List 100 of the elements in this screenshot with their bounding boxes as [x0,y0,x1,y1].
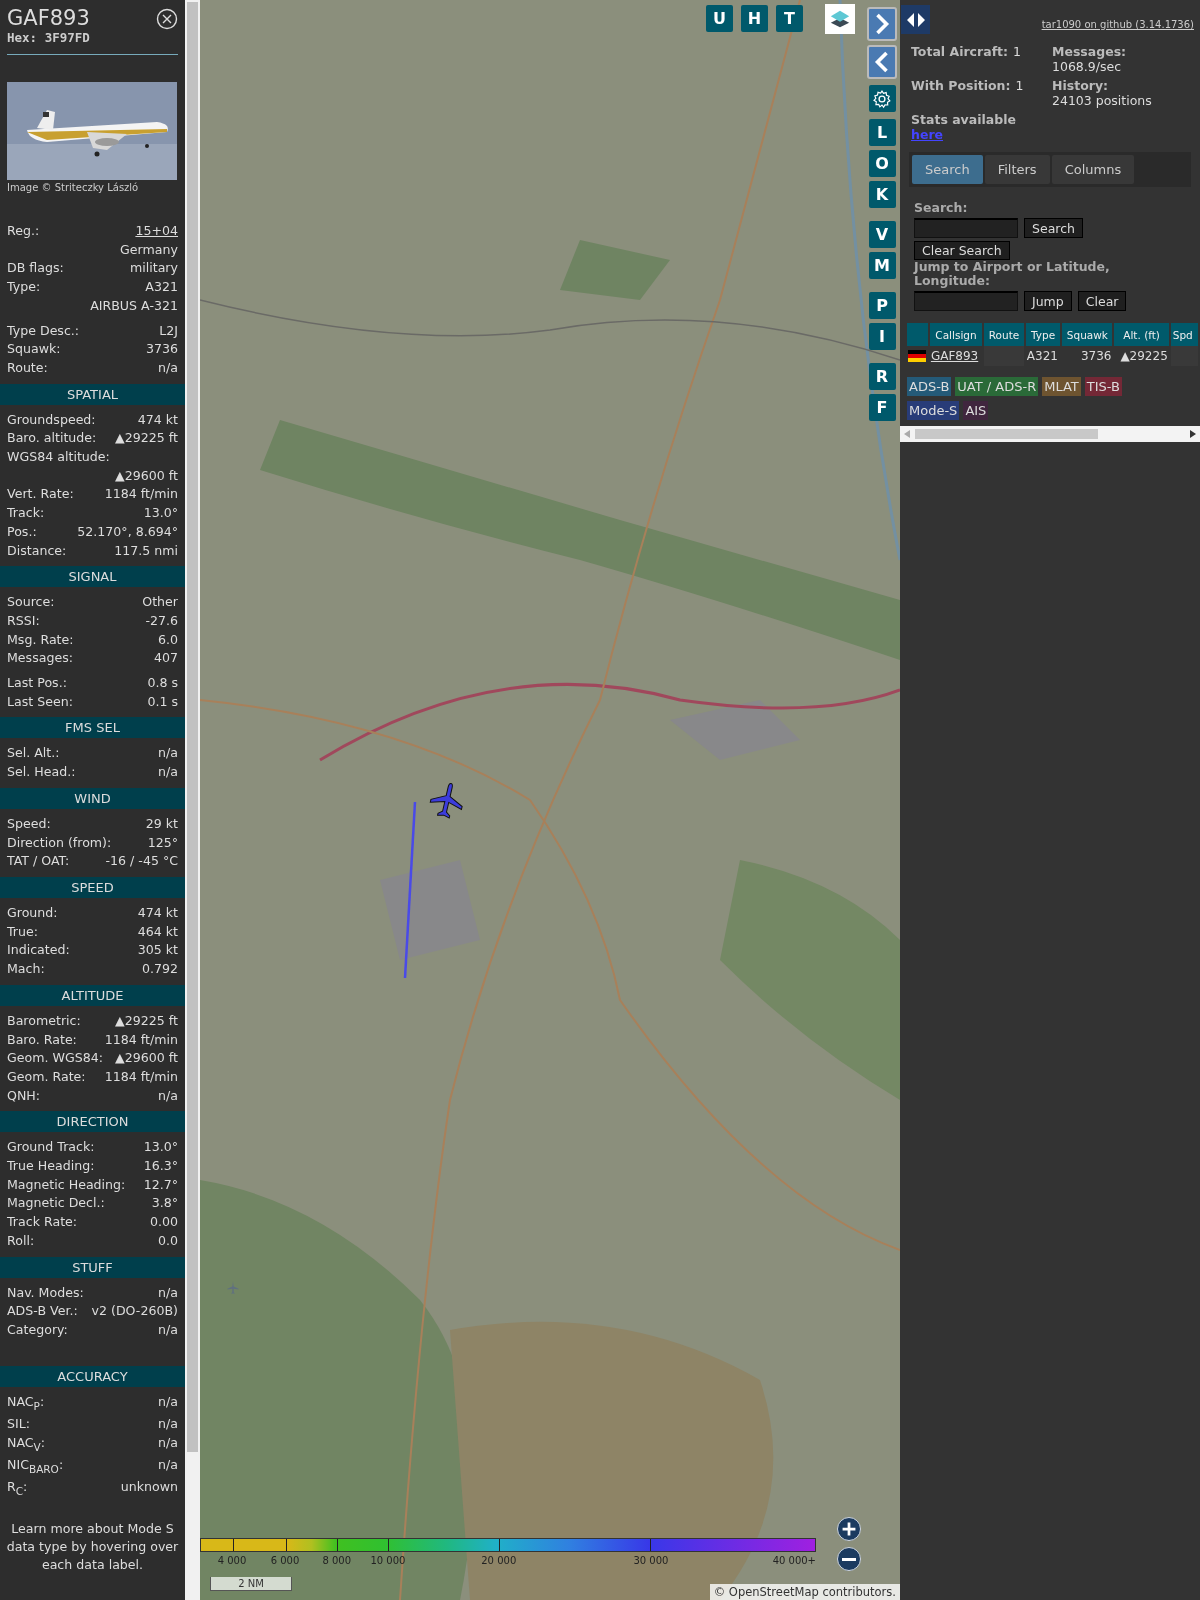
field-value: 3.8° [151,1194,178,1213]
settings-button[interactable] [868,85,896,112]
field-value: 407 [153,649,178,668]
field-label: NAC$_{V}$: [7,1433,46,1455]
map-toggle-button[interactable]: F [868,394,896,421]
map-toggle-button[interactable]: M [868,252,896,279]
field-value: AIRBUS A-321 [90,296,178,315]
section-header: STUFF [0,1256,185,1278]
clear-button[interactable]: Clear [1077,291,1127,311]
scale-label: 30 000 [633,1555,669,1566]
scale-label: 8 000 [322,1555,352,1566]
field-label: ADS-B Ver.: [7,1302,78,1321]
map-toggle-button[interactable]: T [776,5,803,32]
field-value: L2J [159,321,178,340]
field-label: NAC$_{P}$: [7,1392,45,1414]
registration-link[interactable]: 15+04 [135,222,178,241]
table-cell[interactable]: GAF893 [929,346,983,366]
search-field[interactable] [914,218,1018,238]
scale-label: 6 000 [270,1555,300,1566]
scrollbar[interactable] [900,426,1200,442]
gear-icon [872,88,892,109]
source-tag: UAT / ADS-R [955,377,1039,396]
map-toggle-button[interactable]: U [706,5,733,32]
map-toggle-button[interactable]: V [868,221,896,248]
column-header[interactable]: Alt. (ft) [1114,323,1169,346]
section-header: SPEED [0,877,185,898]
field-value: 29 kt [145,814,178,833]
field-label: Type Desc.: [7,321,80,340]
source-tag: MLAT [1042,377,1081,396]
collapse-button[interactable] [867,45,897,79]
column-header[interactable]: Type [1025,323,1061,346]
field-value: 1184 ft/min [104,1030,178,1049]
hex-code: Hex: 3F97FD [7,30,90,46]
field-value: 0.0 [157,1231,178,1250]
field-label: Msg. Rate: [7,630,74,649]
field-label: Direction (from): [7,833,112,852]
field-label: WGS84 altitude: [7,448,110,467]
field-label: True Heading: [7,1157,95,1175]
field-value: 464 kt [137,922,178,941]
table-cell-text: A321 [1025,348,1059,365]
stat-label: History: [1052,78,1109,93]
field-label: Indicated: [7,941,70,960]
source-tag: AIS [963,401,989,420]
column-header[interactable]: Squawk [1062,323,1113,346]
field-value: 52.170°, 8.694° [77,522,178,541]
tab[interactable]: Columns [1051,155,1135,184]
jump-field[interactable] [914,291,1018,311]
field-label: R$_{C}$: [7,1478,28,1499]
field-value: military [129,259,178,278]
jump-button[interactable]: Jump [1024,291,1072,311]
scrollbar[interactable] [185,0,200,1600]
field-label: DB flags: [7,259,64,278]
clear-search-button[interactable]: Clear Search [914,241,1010,260]
field-value: -27.6 [145,611,178,630]
map-toggle-button[interactable]: I [868,323,896,350]
image-credit: Image © Striteczky László [6,181,140,194]
map-toggle-button[interactable]: K [868,181,896,208]
field-value: 474 kt [137,410,178,429]
section-header: DIRECTION [0,1111,185,1133]
tab[interactable]: Filters [984,155,1050,184]
search-button[interactable]: Search [1024,218,1083,238]
scroll-right-icon[interactable] [1189,429,1197,439]
field-value: 0.8 s [147,674,178,693]
section-header: FMS SEL [0,717,185,739]
field-label: Baro. altitude: [7,429,97,448]
field-value: n/a [158,763,178,782]
jump-label: Jump to Airport or Latitude, Longitude: [914,260,1111,288]
field-value: n/a [158,1433,178,1452]
panel-toggle-button[interactable] [901,5,930,34]
map-toggle-button[interactable]: R [868,363,896,390]
close-icon[interactable] [156,8,178,30]
field-label: Type: [7,278,41,297]
field-label: Pos.: [7,522,37,541]
field-label: Distance: [7,541,67,560]
version-link[interactable]: tar1090 on github (3.14.1736) [1041,19,1194,30]
field-value: n/a [158,1320,178,1339]
field-label: QNH: [7,1086,41,1105]
map-toggle-button[interactable]: L [868,119,896,146]
expand-button[interactable] [867,7,897,41]
field-value: -16 / -45 °C [105,852,178,871]
tab[interactable]: Search [912,155,983,184]
field-label: Sel. Head.: [7,763,76,782]
map-toggle-button[interactable]: O [868,150,896,177]
scale-label: 4 000 [217,1555,247,1566]
section-header: ALTITUDE [0,984,185,1006]
field-label: Baro. Rate: [7,1030,77,1049]
map-toggle-button[interactable]: H [741,5,768,32]
source-tag: Mode-S [907,401,960,420]
column-header[interactable]: Route [984,323,1024,346]
column-header[interactable]: Spd [1170,323,1198,346]
field-value: 0.00 [149,1213,178,1232]
table-cell-text: 3736 [1079,348,1113,365]
field-value: Germany [120,240,178,259]
field-label: Ground Track: [7,1138,95,1157]
map-toggle-button[interactable]: P [868,292,896,319]
field-value: n/a [158,1283,178,1302]
field-label: Last Pos.: [7,674,67,693]
layers-button[interactable] [825,4,855,34]
column-header[interactable]: Callsign [929,323,983,346]
field-label: Sel. Alt.: [7,744,60,763]
